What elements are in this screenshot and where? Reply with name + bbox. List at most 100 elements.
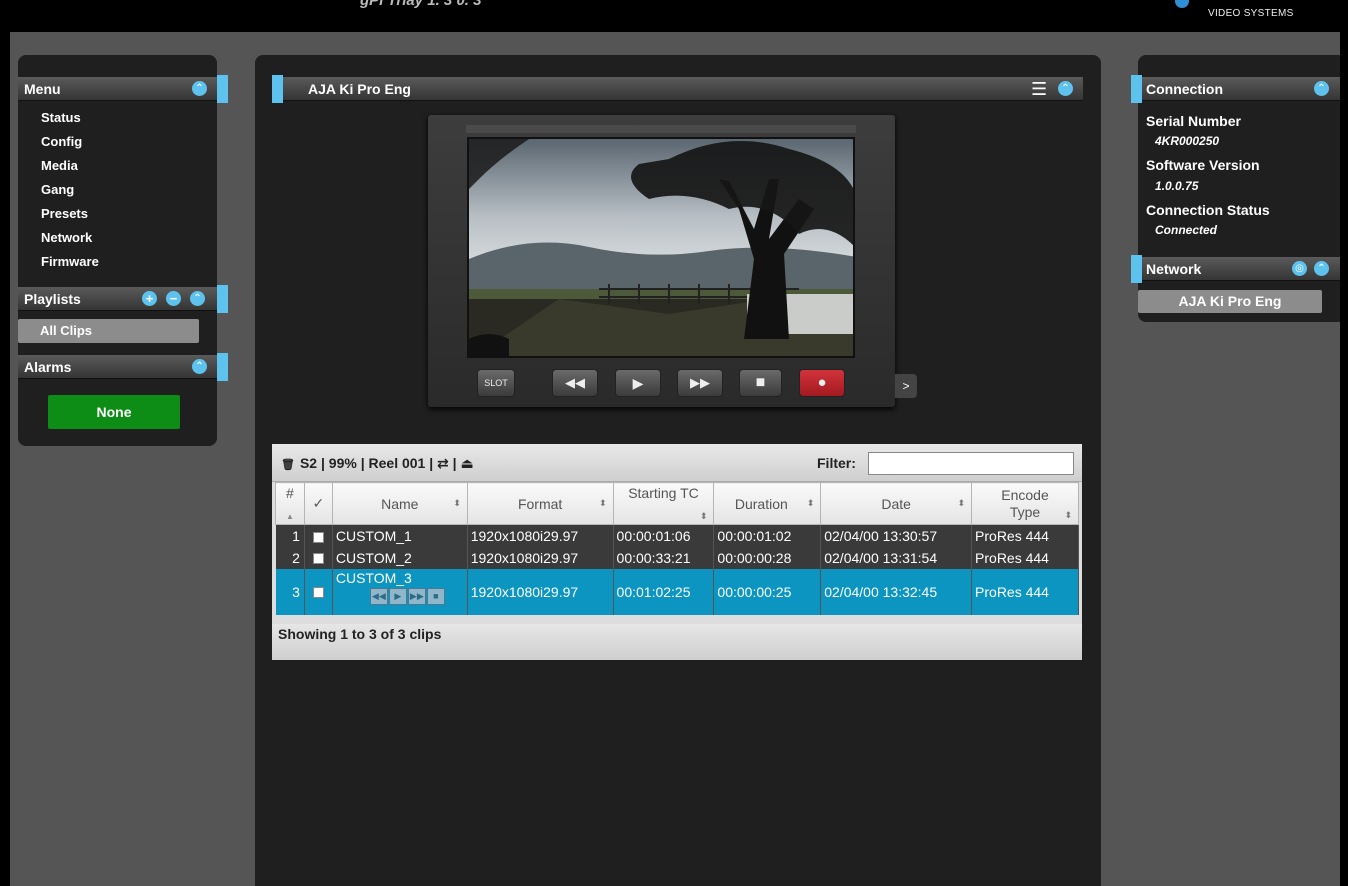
clips-table: # ▲ ✓ Name ⬍ Format ⬍ Starting TC ⬍ Duration… [275, 482, 1079, 615]
cell-duration: 00:00:00:25 [713, 568, 822, 615]
playlists-header: Playlists + − ⌃ [18, 287, 217, 311]
sort-duration-icon: ⬍ [806, 498, 815, 508]
serial-number-value: 4KR000250 [1155, 134, 1220, 148]
cell-check[interactable] [304, 546, 333, 569]
mini-forward-icon[interactable]: ▶▶ [407, 587, 426, 605]
clip-mini-controls: ◀◀ ▶ ▶▶ ■ [336, 586, 464, 605]
alarms-header: Alarms ⌃ [18, 355, 217, 379]
expand-controls-button[interactable]: > [895, 374, 917, 398]
network-header: Network ◎ ⌃ [1142, 257, 1340, 281]
row-checkbox[interactable] [312, 531, 324, 543]
menu-header: Menu ⌃ [18, 77, 217, 101]
col-header-num[interactable]: # ▲ [275, 482, 305, 525]
cell-starting-tc: 00:00:33:21 [613, 546, 715, 569]
col-header-duration[interactable]: Duration ⬍ [713, 482, 822, 525]
cell-date: 02/04/00 13:32:45 [820, 568, 973, 615]
cell-starting-tc: 00:00:01:06 [613, 524, 715, 547]
clip-name: CUSTOM_3 [335, 569, 412, 586]
device-preview: SLOT ◀◀ ▶ ▶▶ ■ ● [428, 115, 895, 407]
fast-forward-button[interactable]: ▶▶ [677, 369, 723, 397]
menu-item-gang[interactable]: Gang [41, 182, 74, 197]
play-button[interactable]: ▶ [615, 369, 661, 397]
menu-item-network[interactable]: Network [41, 230, 92, 245]
app-title: gPI Triay 1. 3 0. 3 [360, 0, 482, 9]
hamburger-menu-icon[interactable]: ☰ [1031, 77, 1047, 101]
menu-item-config[interactable]: Config [41, 134, 82, 149]
cell-num: 2 [275, 546, 305, 569]
table-footer: Showing 1 to 3 of 3 clips [272, 624, 1082, 660]
trash-icon[interactable]: 🗑 [281, 459, 295, 471]
software-version-value: 1.0.0.75 [1155, 179, 1199, 193]
col-num-label: # [286, 485, 294, 501]
media-status: 🗑 S2 | 99% | Reel 001 | ⇄ | ⏏ [281, 444, 474, 484]
top-bar: gPI Triay 1. 3 0. 3 VIDEO SYSTEMS [0, 0, 1348, 32]
stop-button[interactable]: ■ [739, 369, 782, 397]
filter-label: Filter: [817, 455, 856, 471]
alarms-title: Alarms [24, 359, 72, 375]
device-accent [272, 75, 283, 103]
row-checkbox[interactable] [312, 553, 324, 565]
mini-play-icon[interactable]: ▶ [388, 587, 407, 605]
collapse-device-icon[interactable]: ⌃ [1058, 81, 1073, 96]
col-header-starting-tc[interactable]: Starting TC ⬍ [612, 482, 715, 525]
cell-starting-tc: 00:01:02:25 [613, 568, 715, 615]
clips-panel: 🗑 S2 | 99% | Reel 001 | ⇄ | ⏏ Filter: # ▲ … [272, 444, 1082, 660]
row-checkbox[interactable] [312, 587, 324, 599]
menu-item-firmware[interactable]: Firmware [41, 254, 99, 269]
sort-name-icon: ⬍ [453, 498, 461, 508]
connection-header: Connection ⌃ [1142, 77, 1340, 101]
playlists-title: Playlists [24, 291, 81, 307]
cell-num: 3 [275, 568, 305, 615]
connection-title: Connection [1146, 81, 1223, 97]
sort-date-icon: ⬍ [957, 498, 966, 508]
cell-encode-type: ProRes 444 [971, 546, 1079, 569]
table-row[interactable]: 1 CUSTOM_1 1920x1080i29.97 00:00:01:06 0… [275, 524, 1079, 547]
col-header-name[interactable]: Name ⬍ [331, 482, 468, 525]
alarm-status: None [48, 395, 180, 429]
collapse-menu-icon[interactable]: ⌃ [192, 81, 207, 96]
remove-playlist-icon[interactable]: − [166, 291, 181, 306]
col-header-format[interactable]: Format ⬍ [466, 482, 614, 525]
cell-encode-type: ProRes 444 [971, 524, 1079, 547]
serial-number-label: Serial Number [1146, 113, 1241, 129]
menu-item-status[interactable]: Status [41, 110, 81, 125]
cell-duration: 00:00:01:02 [713, 524, 822, 547]
col-name-label: Name [381, 495, 419, 512]
slot-button[interactable]: SLOT [477, 369, 515, 397]
playlist-all-clips[interactable]: All Clips [18, 319, 199, 343]
rewind-button[interactable]: ◀◀ [552, 369, 598, 397]
add-playlist-icon[interactable]: + [142, 291, 157, 306]
network-accent [1131, 255, 1142, 283]
mini-stop-icon[interactable]: ■ [426, 587, 445, 605]
cell-check[interactable] [304, 568, 333, 615]
col-header-encode-type[interactable]: Encode Type ⬍ [971, 482, 1079, 525]
filter-input[interactable] [868, 452, 1074, 475]
sort-encode-icon: ⬍ [1064, 510, 1072, 520]
alarms-accent [217, 353, 228, 381]
col-check-label: ✓ [312, 495, 325, 511]
device-bezel [466, 125, 856, 133]
table-row-selected[interactable]: 3 CUSTOM_3 ◀◀ ▶ ▶▶ ■ 1920x1080i29.97 00:01:… [275, 568, 1079, 615]
video-preview [467, 137, 855, 358]
menu-item-presets[interactable]: Presets [41, 206, 88, 221]
cell-date: 02/04/00 13:31:54 [820, 546, 973, 569]
collapse-connection-icon[interactable]: ⌃ [1314, 81, 1329, 96]
cell-check[interactable] [304, 524, 333, 547]
record-button[interactable]: ● [799, 369, 845, 397]
cell-format: 1920x1080i29.97 [467, 568, 614, 615]
network-device-item[interactable]: AJA Ki Pro Eng [1138, 290, 1322, 313]
table-row[interactable]: 2 CUSTOM_2 1920x1080i29.97 00:00:33:21 0… [275, 546, 1079, 569]
cell-num: 1 [275, 524, 305, 547]
network-refresh-icon[interactable]: ◎ [1292, 261, 1307, 276]
col-header-date[interactable]: Date ⬍ [820, 482, 973, 525]
sort-format-icon: ⬍ [598, 498, 607, 508]
collapse-alarms-icon[interactable]: ⌃ [192, 359, 207, 374]
cell-name: CUSTOM_1 [332, 524, 468, 547]
mini-rewind-icon[interactable]: ◀◀ [369, 587, 388, 605]
collapse-playlists-icon[interactable]: ⌃ [190, 291, 205, 306]
col-header-check[interactable]: ✓ [303, 482, 333, 525]
collapse-network-icon[interactable]: ⌃ [1314, 261, 1329, 276]
video-frame-image [469, 139, 853, 356]
menu-title: Menu [24, 81, 61, 97]
menu-item-media[interactable]: Media [41, 158, 78, 173]
